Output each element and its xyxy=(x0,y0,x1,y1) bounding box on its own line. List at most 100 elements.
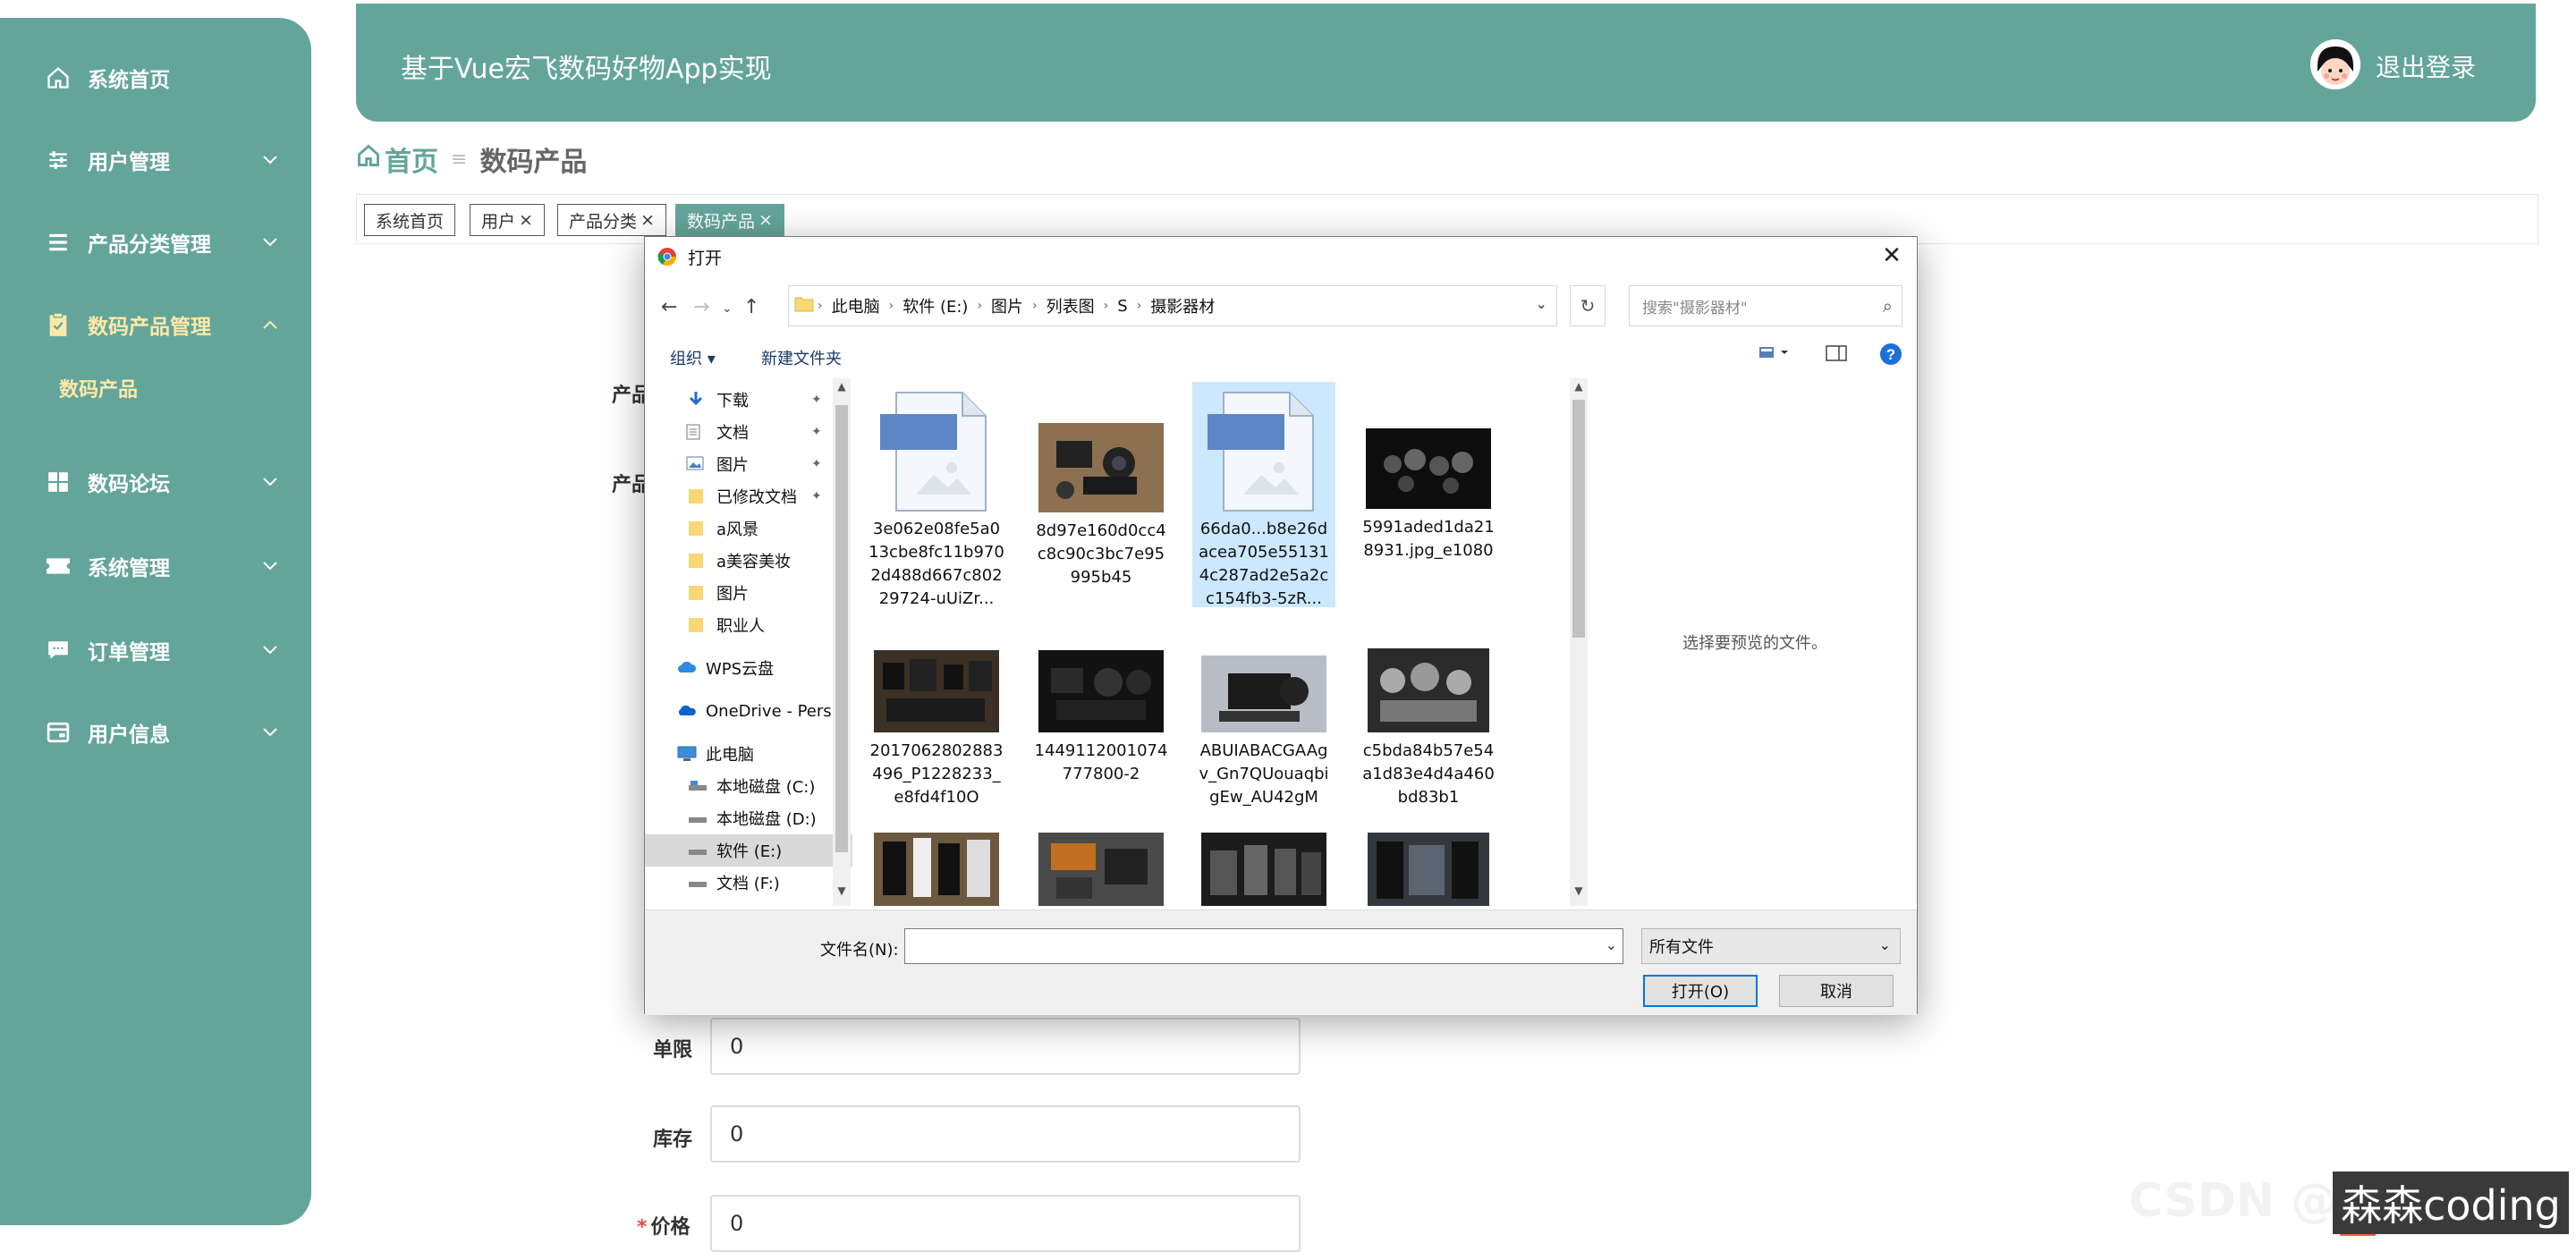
sidebar-item-category[interactable]: 产品分类管理 xyxy=(0,211,311,274)
nav-item-drive-d[interactable]: 本地磁盘 (D:) xyxy=(645,802,852,834)
scroll-down-icon[interactable]: ▼ xyxy=(1570,884,1588,897)
nav-item-drive-c[interactable]: 本地磁盘 (C:) xyxy=(645,770,852,802)
nav-item-drive-e[interactable]: 软件 (E:) xyxy=(645,834,852,867)
file-item[interactable]: 5991aded1da218931.jpg_e1080 xyxy=(1357,382,1500,613)
scroll-thumb[interactable] xyxy=(835,405,848,852)
nav-item-thispc[interactable]: 此电脑 xyxy=(645,738,852,770)
limit-input[interactable]: 0 xyxy=(710,1018,1301,1075)
stock-value: 0 xyxy=(730,1121,744,1146)
grid-icon xyxy=(45,469,72,495)
home-icon xyxy=(45,64,72,91)
required-mark: * xyxy=(637,1216,648,1239)
close-icon[interactable]: × xyxy=(758,210,773,230)
close-icon[interactable]: ✕ xyxy=(1879,244,1904,269)
breadcrumb-current: 数码产品 xyxy=(479,147,588,178)
path-arrow-icon: › xyxy=(1103,299,1109,313)
stock-label: 库存 xyxy=(653,1129,693,1151)
file-name: 66da0...b8e26dacea705e551314c287ad2e5a2c… xyxy=(1199,520,1329,608)
file-item[interactable]: ABUIABACGAAgv_Gn7QUouaqbigEw_AU42gM xyxy=(1192,638,1335,861)
path-segment[interactable]: 软件 (E:) xyxy=(902,294,968,317)
cancel-button[interactable]: 取消 xyxy=(1779,975,1894,1007)
nav-item-pictures[interactable]: 图片 ✦ xyxy=(645,448,852,480)
file-item[interactable]: 2017062802883496_P1228233_e8fd4f10O xyxy=(865,638,1008,861)
path-segment[interactable]: 摄影器材 xyxy=(1150,294,1215,317)
refresh-button[interactable]: ↻ xyxy=(1570,285,1606,326)
scroll-up-icon[interactable]: ▲ xyxy=(833,380,851,393)
organize-button[interactable]: 组织 ▾ xyxy=(670,346,716,369)
folder-icon xyxy=(688,617,708,633)
back-arrow-icon[interactable]: ← xyxy=(661,296,677,318)
path-segment[interactable]: 此电脑 xyxy=(832,294,880,317)
close-icon[interactable]: × xyxy=(640,210,655,230)
sidebar-item-home[interactable]: 系统首页 xyxy=(0,47,311,109)
help-icon[interactable]: ? xyxy=(1879,343,1902,370)
search-input[interactable]: 搜索"摄影器材" ⌕ xyxy=(1629,285,1902,326)
price-value: 0 xyxy=(730,1211,744,1236)
forward-arrow-icon[interactable]: → xyxy=(693,296,709,318)
nav-item-wps[interactable]: WPS云盘 xyxy=(645,652,852,684)
home-icon xyxy=(356,143,381,175)
tag-products[interactable]: 数码产品 × xyxy=(675,204,784,236)
files-scrollbar[interactable]: ▲ ▼ xyxy=(1570,378,1588,906)
file-item[interactable] xyxy=(1030,833,1173,906)
file-item[interactable] xyxy=(1192,833,1335,906)
chrome-icon xyxy=(657,247,677,266)
tag-category[interactable]: 产品分类 × xyxy=(557,204,666,236)
sidebar-item-users[interactable]: 用户管理 xyxy=(0,129,311,191)
file-name: 5991aded1da218931.jpg_e1080 xyxy=(1362,518,1495,560)
pin-icon: ✦ xyxy=(811,393,822,407)
file-item[interactable] xyxy=(1357,833,1500,906)
breadcrumb-home[interactable]: 首页 xyxy=(356,140,438,179)
nav-item-folder[interactable]: a风景 xyxy=(645,512,852,545)
logout-button[interactable]: 退出登录 xyxy=(2376,48,2476,84)
file-item[interactable]: c5bda84b57e54a1d83e4d4a460bd83b1 xyxy=(1357,638,1500,861)
filename-input[interactable]: ⌄ xyxy=(904,928,1623,964)
scroll-down-icon[interactable]: ▼ xyxy=(833,884,851,897)
price-input[interactable]: 0 xyxy=(710,1195,1301,1252)
path-segment[interactable]: S xyxy=(1117,297,1127,316)
new-folder-button[interactable]: 新建文件夹 xyxy=(761,346,842,369)
history-chevron-icon[interactable]: ⌄ xyxy=(722,301,733,316)
app-title: 基于Vue宏飞数码好物App实现 xyxy=(401,54,772,85)
nav-item-onedrive[interactable]: OneDrive - Pers xyxy=(645,695,852,727)
nav-scrollbar[interactable]: ▲ ▼ xyxy=(833,378,851,906)
nav-item-folder[interactable]: a美容美妆 xyxy=(645,545,852,577)
nav-item-drive-f[interactable]: 文档 (F:) xyxy=(645,867,852,899)
sidebar-subitem-products[interactable]: 数码产品 xyxy=(59,374,138,402)
path-segment[interactable]: 列表图 xyxy=(1046,294,1095,317)
sidebar-item-system[interactable]: 系统管理 xyxy=(0,535,311,597)
preview-pane-icon[interactable] xyxy=(1826,344,1847,367)
avatar[interactable] xyxy=(2310,39,2360,89)
file-item[interactable] xyxy=(865,833,1008,906)
open-button[interactable]: 打开(O) xyxy=(1643,975,1758,1007)
folder-icon xyxy=(688,488,708,504)
sidebar-item-forum[interactable]: 数码论坛 xyxy=(0,451,311,513)
chevron-up-icon xyxy=(261,316,279,334)
view-mode-icon[interactable] xyxy=(1758,343,1793,367)
close-icon[interactable]: × xyxy=(519,210,533,230)
up-arrow-icon[interactable]: ↑ xyxy=(743,296,759,318)
scroll-thumb[interactable] xyxy=(1572,400,1585,638)
nav-item-folder[interactable]: 职业人 xyxy=(645,609,852,641)
sidebar-item-orders[interactable]: 订单管理 xyxy=(0,619,311,681)
file-item[interactable]: 3e062e08fe5a013cbe8fc11b9702d488d667c802… xyxy=(865,382,1008,613)
chevron-down-icon[interactable]: ⌄ xyxy=(1606,936,1617,953)
filetype-select[interactable]: 所有文件 ⌄ xyxy=(1641,928,1901,964)
address-bar[interactable]: › 此电脑 › 软件 (E:) › 图片 › 列表图 › S › 摄影器材 ⌄ xyxy=(788,285,1557,326)
sidebar-item-products[interactable]: 数码产品管理 xyxy=(0,293,311,356)
tag-home[interactable]: 系统首页 xyxy=(364,204,456,236)
nav-item-folder[interactable]: 图片 xyxy=(645,577,852,609)
tag-users[interactable]: 用户 × xyxy=(470,204,545,236)
chevron-down-icon[interactable]: ⌄ xyxy=(1536,295,1547,312)
file-item[interactable]: 1449112001074777800-2 xyxy=(1030,638,1173,861)
file-item[interactable]: 8d97e160d0cc4c8c90c3bc7e95995b45 xyxy=(1030,382,1173,613)
stock-input[interactable]: 0 xyxy=(710,1105,1301,1163)
scroll-up-icon[interactable]: ▲ xyxy=(1570,380,1588,393)
nav-item-downloads[interactable]: 下载 ✦ xyxy=(645,384,852,416)
top-header: 基于Vue宏飞数码好物App实现 退出登录 xyxy=(356,4,2536,122)
nav-item-modified[interactable]: 已修改文档 ✦ xyxy=(645,480,852,512)
sidebar-item-userinfo[interactable]: 用户信息 xyxy=(0,701,311,764)
path-segment[interactable]: 图片 xyxy=(991,294,1023,317)
nav-item-documents[interactable]: 文档 ✦ xyxy=(645,416,852,448)
file-item-selected[interactable]: 66da0...b8e26dacea705e551314c287ad2e5a2c… xyxy=(1192,382,1335,608)
